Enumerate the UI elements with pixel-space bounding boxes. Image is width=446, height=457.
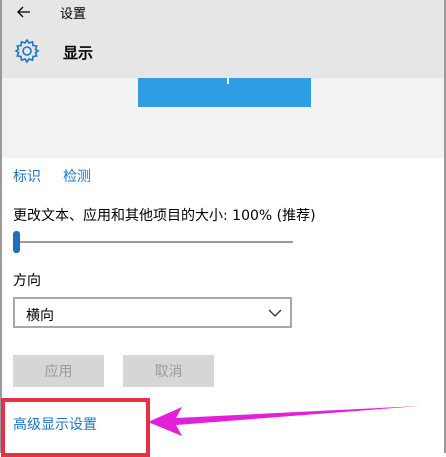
- identify-link[interactable]: 标识: [13, 166, 41, 186]
- slider-thumb[interactable]: [13, 231, 20, 253]
- apply-button[interactable]: 应用: [13, 355, 104, 387]
- settings-window: 设置 显示 标识 检测 更改文本、应用和其他项目的大小: 100% (推荐) 方…: [0, 0, 446, 457]
- slider-track: [13, 241, 293, 243]
- orientation-label: 方向: [13, 273, 41, 289]
- app-title: 设置: [60, 7, 87, 22]
- back-button[interactable]: [12, 2, 36, 22]
- monitor-preview[interactable]: [138, 78, 311, 107]
- advanced-display-settings-link[interactable]: 高级显示设置: [13, 414, 97, 434]
- title-bar: 设置 显示: [2, 0, 444, 78]
- page-title: 显示: [63, 44, 94, 62]
- detect-link[interactable]: 检测: [63, 166, 91, 186]
- cancel-button[interactable]: 取消: [123, 355, 214, 387]
- gear-icon: [14, 38, 40, 64]
- chevron-down-icon: [268, 309, 282, 317]
- scale-slider[interactable]: [13, 231, 293, 253]
- back-arrow-icon: [17, 6, 30, 18]
- display-preview-area: [2, 78, 444, 158]
- orientation-value: 横向: [26, 308, 54, 324]
- scale-label: 更改文本、应用和其他项目的大小: 100% (推荐): [13, 208, 316, 224]
- monitor-marker: [227, 78, 229, 84]
- orientation-dropdown[interactable]: 横向: [13, 297, 292, 328]
